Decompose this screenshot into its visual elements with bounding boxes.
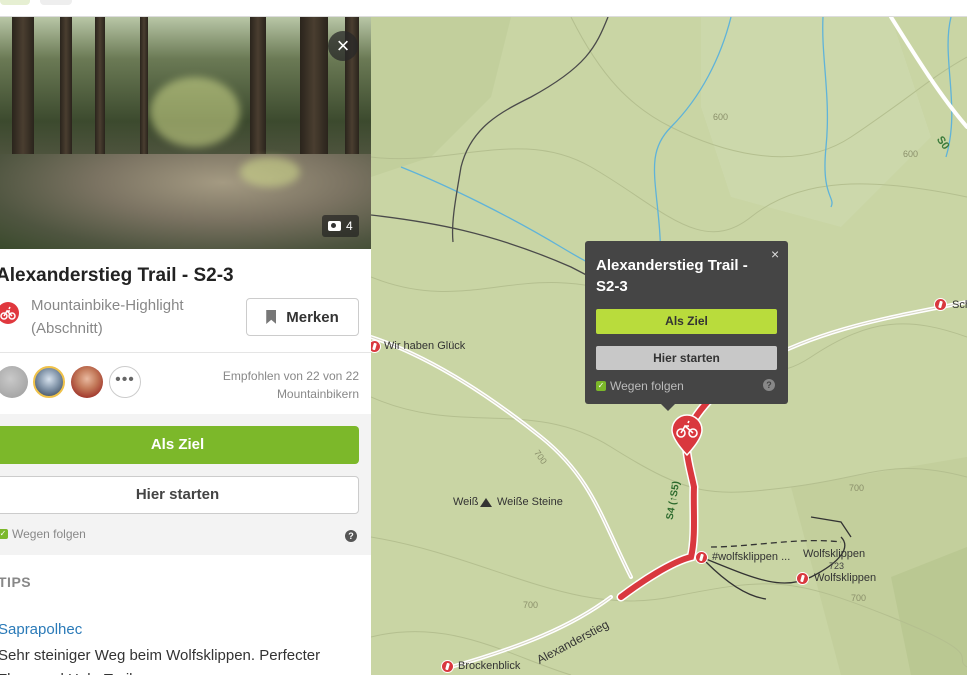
popup-hier-starten-button[interactable]: Hier starten	[596, 346, 777, 370]
popup-wegen-folgen-checkbox[interactable]: ✓ Wegen folgen	[596, 379, 684, 393]
highlight-panel: × 4 Alexanderstieg Trail - S2-3 Mountain…	[0, 17, 371, 675]
close-icon: ×	[336, 33, 350, 58]
contour-label: 700	[851, 593, 867, 603]
popup-title: Alexanderstieg Trail - S2-3	[596, 257, 748, 295]
hiking-icon[interactable]	[441, 660, 454, 673]
highlight-photo[interactable]	[0, 17, 371, 249]
contour-label: 723	[829, 561, 845, 571]
peak-icon	[480, 498, 492, 507]
poi-label[interactable]: Wir haben Glück	[384, 340, 465, 352]
highlight-type: Mountainbike-Highlight (Abschnitt)	[31, 297, 184, 337]
photo-tree	[95, 17, 105, 167]
photo-tree	[250, 17, 266, 167]
photo-light	[240, 157, 300, 187]
checkmark-icon: ✓	[0, 529, 8, 539]
popup-als-ziel-button[interactable]: Als Ziel	[596, 309, 777, 334]
poi-label[interactable]: Brockenblick	[458, 660, 520, 672]
tips-heading: TIPS	[0, 574, 32, 590]
close-button[interactable]: ×	[328, 31, 358, 61]
tip-author-link[interactable]: Saprapolhec	[0, 621, 82, 638]
bookmark-icon	[266, 310, 277, 324]
help-icon[interactable]: ?	[763, 379, 775, 391]
avatar[interactable]	[71, 366, 103, 398]
checkmark-icon: ✓	[596, 381, 606, 391]
page-title: Alexanderstieg Trail - S2-3	[0, 265, 234, 286]
poi-label[interactable]: Sch	[952, 299, 967, 311]
avatar[interactable]	[33, 366, 65, 398]
hiking-icon[interactable]	[796, 572, 809, 585]
photo-ground	[0, 154, 371, 249]
merken-button[interactable]: Merken	[246, 298, 359, 336]
poi-label[interactable]: #wolfsklippen ...	[712, 551, 790, 563]
tip-text: Sehr steiniger Weg beim Wolfsklippen. Pe…	[0, 647, 321, 675]
divider	[0, 352, 371, 353]
photo-count-badge[interactable]: 4	[322, 215, 359, 237]
als-ziel-button[interactable]: Als Ziel	[0, 426, 359, 464]
contour-label: 700	[523, 600, 539, 610]
highlight-marker[interactable]	[670, 414, 704, 456]
poi-label[interactable]: Weiß	[453, 496, 478, 508]
photo-tree	[140, 17, 148, 157]
recommendation-count: Empfohlen von 22 von 22 Mountainbikern	[222, 369, 359, 401]
close-icon[interactable]: ×	[771, 246, 779, 262]
top-tab-active[interactable]	[0, 0, 30, 5]
photo-light	[150, 77, 240, 147]
hiking-icon[interactable]	[695, 551, 708, 564]
merken-label: Merken	[286, 308, 339, 326]
contour-label: 600	[713, 112, 729, 122]
wegen-folgen-label: Wegen folgen	[12, 527, 86, 541]
photo-count: 4	[346, 219, 353, 233]
contour-label: 700	[849, 483, 865, 493]
popup-wegen-folgen-label: Wegen folgen	[610, 379, 684, 393]
hier-starten-button[interactable]: Hier starten	[0, 476, 359, 514]
contour-label: 600	[903, 149, 919, 159]
top-tab[interactable]	[40, 0, 72, 5]
more-avatars-button[interactable]: •••	[109, 366, 141, 398]
help-icon[interactable]: ?	[345, 530, 357, 542]
map-popup: Alexanderstieg Trail - S2-3 × Als Ziel H…	[585, 241, 788, 404]
photo-tree	[60, 17, 72, 177]
popup-pointer	[660, 403, 676, 411]
wegen-folgen-checkbox[interactable]: ✓ Wegen folgen	[0, 527, 86, 541]
hiking-icon[interactable]	[934, 298, 947, 311]
poi-label[interactable]: Wolfsklippen	[814, 572, 876, 584]
poi-label[interactable]: Weiße Steine	[497, 496, 563, 508]
camera-icon	[328, 221, 341, 231]
poi-label[interactable]: Wolfsklippen	[803, 548, 865, 560]
mountainbike-icon	[0, 302, 19, 324]
avatar[interactable]	[0, 366, 28, 398]
top-bar	[0, 0, 967, 17]
